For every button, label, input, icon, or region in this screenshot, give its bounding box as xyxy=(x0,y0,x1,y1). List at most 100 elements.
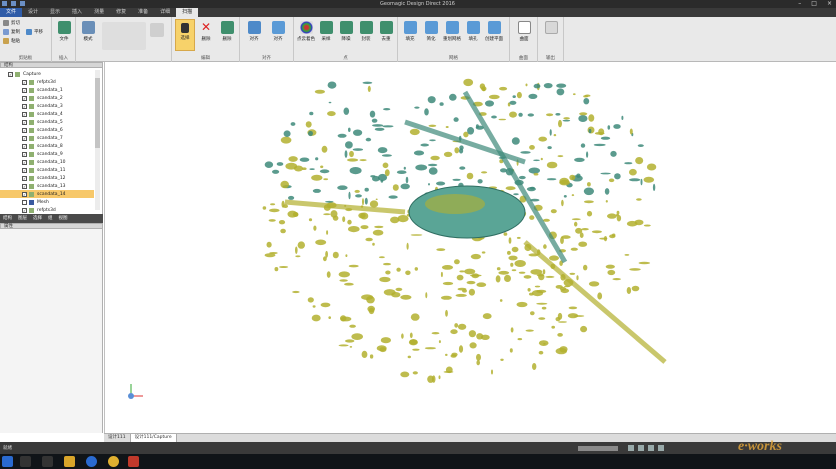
visibility-checkbox[interactable]: ✓ xyxy=(8,71,13,77)
tab-structure[interactable]: 结构 xyxy=(0,214,15,223)
visibility-checkbox[interactable]: ✓ xyxy=(22,167,27,173)
tab-measure[interactable]: 测量 xyxy=(88,8,110,17)
delete-button[interactable]: ✕ 删除 xyxy=(196,21,216,42)
visibility-checkbox[interactable]: ✓ xyxy=(22,119,27,125)
tree-item[interactable]: ✓ refpts3d xyxy=(0,78,94,86)
maximize-icon[interactable]: □ xyxy=(811,0,817,7)
tab-selection[interactable]: 选择 xyxy=(30,214,45,223)
tree-item[interactable]: ✓ scandata_4 xyxy=(0,110,94,118)
visibility-checkbox[interactable]: ✓ xyxy=(22,95,27,101)
file-button[interactable]: 文件 xyxy=(54,21,74,42)
tab-repair[interactable]: 修复 xyxy=(110,8,132,17)
tree-item[interactable]: ✓ refpts3d xyxy=(0,206,94,214)
tree-item[interactable]: ✓ scandata_7 xyxy=(0,134,94,142)
tab-prepare[interactable]: 准备 xyxy=(132,8,154,17)
visibility-checkbox[interactable]: ✓ xyxy=(22,151,27,157)
denoise-button[interactable]: 降噪 xyxy=(336,21,356,42)
search-icon[interactable] xyxy=(20,456,31,467)
tree-item[interactable]: Mesh xyxy=(0,198,94,206)
visibility-checkbox[interactable]: ✓ xyxy=(22,207,27,213)
tree-root-capture[interactable]: ✓ Capture xyxy=(0,70,94,78)
mode-button[interactable]: 模式 xyxy=(78,21,98,42)
simplify-button[interactable]: 简化 xyxy=(421,21,441,42)
tree-item[interactable]: ✓ scandata_8 xyxy=(0,142,94,150)
file-icon xyxy=(57,21,71,34)
doc-tab-capture[interactable]: 设计111/Capture xyxy=(130,434,177,442)
save-icon[interactable] xyxy=(11,1,16,6)
tab-design[interactable]: 设计 xyxy=(22,8,44,17)
tab-groups[interactable]: 组 xyxy=(45,214,56,223)
app-k-icon[interactable] xyxy=(86,456,97,467)
design-direct-icon[interactable] xyxy=(128,456,139,467)
copy-button[interactable]: 复制 xyxy=(3,29,20,35)
tree-item[interactable]: ✓ scandata_10 xyxy=(0,158,94,166)
tree-item[interactable]: ✓ scandata_1 xyxy=(0,86,94,94)
tab-detail[interactable]: 详细 xyxy=(154,8,176,17)
tree-item[interactable]: ✓ scandata_13 xyxy=(0,182,94,190)
pan-button[interactable]: 平移 xyxy=(26,29,43,35)
tab-file[interactable]: 文件 xyxy=(0,8,23,17)
tree-item[interactable]: ✓ scandata_5 xyxy=(0,118,94,126)
zoom-slider[interactable] xyxy=(578,446,618,451)
tab-scan[interactable]: 扫描 xyxy=(176,8,199,17)
3d-viewport[interactable] xyxy=(104,62,836,433)
surface-button[interactable]: 曲面 xyxy=(514,21,534,42)
tree-item[interactable]: ✓ scandata_6 xyxy=(0,126,94,134)
app-icon[interactable] xyxy=(2,1,7,6)
visibility-checkbox[interactable]: ✓ xyxy=(22,79,27,85)
dedupe-button[interactable]: 去重 xyxy=(376,21,396,42)
tree-item[interactable]: ✓ scandata_14 xyxy=(0,190,94,198)
task-view-icon[interactable] xyxy=(42,456,53,467)
status-icon[interactable] xyxy=(638,445,644,451)
visibility-checkbox[interactable]: ✓ xyxy=(22,191,27,197)
create-plane-button[interactable]: 创建平面 xyxy=(484,21,504,42)
status-icon[interactable] xyxy=(658,445,664,451)
minimize-icon[interactable]: – xyxy=(798,0,801,7)
visibility-checkbox[interactable]: ✓ xyxy=(22,159,27,165)
scan-patch xyxy=(518,112,523,117)
structure-scrollbar[interactable] xyxy=(95,70,100,210)
tab-display[interactable]: 显示 xyxy=(44,8,66,17)
visibility-checkbox[interactable]: ✓ xyxy=(22,175,27,181)
close-icon[interactable]: × xyxy=(827,0,832,7)
undo-icon[interactable] xyxy=(20,1,25,6)
tree-item[interactable]: ✓ scandata_3 xyxy=(0,102,94,110)
visibility-checkbox[interactable]: ✓ xyxy=(22,183,27,189)
tab-views[interactable]: 视图 xyxy=(56,214,71,223)
sample-button[interactable]: 采样 xyxy=(316,21,336,42)
delete-area-button[interactable]: 删除 xyxy=(217,21,237,42)
paste-button[interactable]: 粘贴 xyxy=(3,38,20,44)
scan-point-cloud[interactable] xyxy=(105,62,836,433)
quick-access-toolbar[interactable] xyxy=(2,1,25,6)
align-button-2[interactable]: 对齐 xyxy=(268,21,288,42)
file-explorer-icon[interactable] xyxy=(64,456,75,467)
visibility-checkbox[interactable]: ✓ xyxy=(22,135,27,141)
fill-holes-button[interactable]: 填孔 xyxy=(463,21,483,42)
wrap-button[interactable]: 封装 xyxy=(356,21,376,42)
doc-tab-design[interactable]: 设计111 xyxy=(104,434,131,442)
visibility-checkbox[interactable]: ✓ xyxy=(22,127,27,133)
point-color-button[interactable]: 点云着色 xyxy=(296,21,316,42)
select-button[interactable]: 选择 xyxy=(175,19,195,51)
tree-item[interactable]: ✓ scandata_2 xyxy=(0,94,94,102)
scrollbar-thumb[interactable] xyxy=(95,78,100,148)
status-icon[interactable] xyxy=(648,445,654,451)
browser-icon[interactable] xyxy=(108,456,119,467)
output-button[interactable] xyxy=(541,21,561,36)
remesh-button[interactable]: 重划网格 xyxy=(442,21,462,42)
cut-button[interactable]: 剪切 xyxy=(3,20,20,26)
visibility-checkbox[interactable]: ✓ xyxy=(22,87,27,93)
start-icon[interactable] xyxy=(2,456,13,467)
visibility-checkbox[interactable] xyxy=(22,199,27,205)
visibility-checkbox[interactable]: ✓ xyxy=(22,143,27,149)
tree-item[interactable]: ✓ scandata_12 xyxy=(0,174,94,182)
fill-button[interactable]: 填充 xyxy=(400,21,420,42)
visibility-checkbox[interactable]: ✓ xyxy=(22,103,27,109)
visibility-checkbox[interactable]: ✓ xyxy=(22,111,27,117)
tab-layers[interactable]: 图层 xyxy=(15,214,30,223)
tab-insert[interactable]: 插入 xyxy=(66,8,88,17)
tree-item[interactable]: ✓ scandata_9 xyxy=(0,150,94,158)
align-button-1[interactable]: 对齐 xyxy=(244,21,264,42)
status-icon[interactable] xyxy=(628,445,634,451)
tree-item[interactable]: ✓ scandata_11 xyxy=(0,166,94,174)
